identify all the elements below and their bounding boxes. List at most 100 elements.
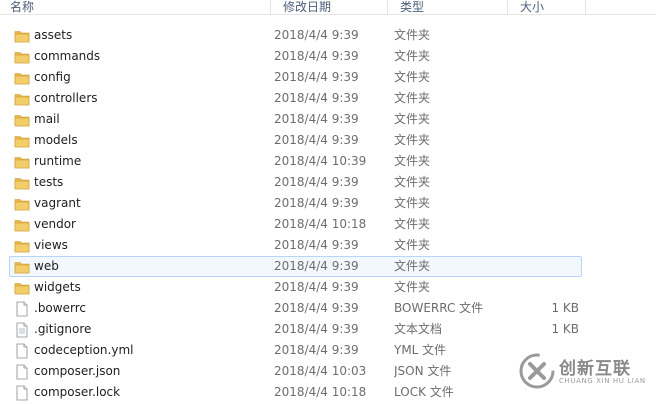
file-type: JSON 文件	[394, 364, 452, 378]
file-icon	[14, 301, 30, 317]
file-date: 2018/4/4 9:39	[274, 70, 359, 84]
file-type: 文件夹	[394, 175, 431, 189]
file-date: 2018/4/4 10:18	[274, 217, 367, 231]
file-row[interactable]: runtime 2018/4/4 10:39 文件夹	[9, 151, 582, 172]
file-size: 1 KB	[551, 322, 579, 336]
file-row[interactable]: commands 2018/4/4 9:39 文件夹	[9, 46, 582, 67]
column-header-size[interactable]: 大小	[507, 0, 585, 14]
file-type: 文件夹	[394, 133, 431, 147]
file-row[interactable]: assets 2018/4/4 9:39 文件夹	[9, 25, 582, 46]
file-size	[510, 257, 579, 276]
file-name: web	[34, 259, 59, 273]
file-date: 2018/4/4 9:39	[274, 91, 359, 105]
file-date: 2018/4/4 10:18	[274, 385, 367, 399]
folder-icon	[14, 154, 30, 170]
folder-icon	[14, 28, 30, 44]
file-type: 文件夹	[394, 259, 431, 273]
file-size	[510, 26, 579, 45]
file-date: 2018/4/4 9:39	[274, 49, 359, 63]
file-name: widgets	[34, 280, 81, 294]
file-name: models	[34, 133, 78, 147]
file-type: 文件夹	[394, 280, 431, 294]
file-row[interactable]: models 2018/4/4 9:39 文件夹	[9, 130, 582, 151]
file-type: 文件夹	[394, 91, 431, 105]
text-file-icon	[14, 322, 30, 338]
column-header-name[interactable]: 名称	[0, 0, 270, 14]
file-name: vendor	[34, 217, 76, 231]
file-row[interactable]: widgets 2018/4/4 9:39 文件夹	[9, 277, 582, 298]
file-size	[510, 47, 579, 66]
file-date: 2018/4/4 10:03	[274, 364, 367, 378]
file-type: BOWERRC 文件	[394, 301, 484, 315]
file-date: 2018/4/4 9:39	[274, 280, 359, 294]
file-type: LOCK 文件	[394, 385, 454, 399]
file-type: 文件夹	[394, 196, 431, 210]
file-row[interactable]: mail 2018/4/4 9:39 文件夹	[9, 109, 582, 130]
file-date: 2018/4/4 9:39	[274, 301, 359, 315]
folder-icon	[14, 133, 30, 149]
file-size	[510, 278, 579, 297]
file-icon	[14, 343, 30, 359]
file-date: 2018/4/4 9:39	[274, 259, 359, 273]
file-row[interactable]: codeception.yml 2018/4/4 9:39 YML 文件	[9, 340, 582, 361]
file-size: 1 KB	[551, 301, 579, 315]
file-row[interactable]: tests 2018/4/4 9:39 文件夹	[9, 172, 582, 193]
file-size	[510, 89, 579, 108]
file-row[interactable]: .gitignore 2018/4/4 9:39 文本文档 1 KB	[9, 319, 582, 340]
file-row[interactable]: web 2018/4/4 9:39 文件夹	[9, 256, 582, 277]
file-name: composer.json	[34, 364, 121, 378]
file-row[interactable]: composer.json 2018/4/4 10:03 JSON 文件	[9, 361, 582, 382]
file-name: codeception.yml	[34, 343, 134, 357]
column-header-type[interactable]: 类型	[387, 0, 507, 14]
file-type: 文件夹	[394, 28, 431, 42]
file-row[interactable]: vagrant 2018/4/4 9:39 文件夹	[9, 193, 582, 214]
file-icon	[14, 364, 30, 380]
folder-icon	[14, 175, 30, 191]
file-date: 2018/4/4 9:39	[274, 28, 359, 42]
file-type: YML 文件	[394, 343, 447, 357]
file-row[interactable]: .bowerrc 2018/4/4 9:39 BOWERRC 文件 1 KB	[9, 298, 582, 319]
folder-icon	[14, 280, 30, 296]
file-row[interactable]: vendor 2018/4/4 10:18 文件夹	[9, 214, 582, 235]
file-name: .gitignore	[34, 322, 92, 336]
file-size	[510, 131, 579, 150]
column-header-bar: 名称 修改日期 类型 大小	[0, 0, 656, 15]
folder-icon	[14, 70, 30, 86]
file-date: 2018/4/4 9:39	[274, 112, 359, 126]
file-size	[510, 215, 579, 234]
file-date: 2018/4/4 9:39	[274, 196, 359, 210]
file-name: .bowerrc	[34, 301, 86, 315]
column-header-date[interactable]: 修改日期	[270, 0, 387, 14]
file-row[interactable]: controllers 2018/4/4 9:39 文件夹	[9, 88, 582, 109]
file-size	[510, 152, 579, 171]
folder-icon	[14, 259, 30, 275]
file-date: 2018/4/4 10:39	[274, 154, 367, 168]
file-name: tests	[34, 175, 64, 189]
file-name: assets	[34, 28, 73, 42]
folder-icon	[14, 49, 30, 65]
file-date: 2018/4/4 9:39	[274, 238, 359, 252]
file-name: config	[34, 70, 71, 84]
watermark-title: 创新互联	[559, 359, 631, 379]
watermark-subtitle: CHUANG XIN HU LIAN	[559, 377, 646, 385]
file-date: 2018/4/4 9:39	[274, 343, 359, 357]
file-name: vagrant	[34, 196, 81, 210]
file-date: 2018/4/4 9:39	[274, 175, 359, 189]
file-type: 文件夹	[394, 112, 431, 126]
file-date: 2018/4/4 9:39	[274, 133, 359, 147]
file-name: commands	[34, 49, 101, 63]
file-name: views	[34, 238, 68, 252]
folder-icon	[14, 238, 30, 254]
folder-icon	[14, 217, 30, 233]
file-row[interactable]: config 2018/4/4 9:39 文件夹	[9, 67, 582, 88]
file-row[interactable]: views 2018/4/4 9:39 文件夹	[9, 235, 582, 256]
folder-icon	[14, 91, 30, 107]
file-type: 文件夹	[394, 154, 431, 168]
file-type: 文件夹	[394, 238, 431, 252]
file-name: runtime	[34, 154, 82, 168]
file-type: 文本文档	[394, 322, 443, 336]
folder-icon	[14, 196, 30, 212]
column-header-empty	[585, 0, 656, 14]
file-size	[510, 68, 579, 87]
file-row[interactable]: composer.lock 2018/4/4 10:18 LOCK 文件	[9, 382, 582, 403]
